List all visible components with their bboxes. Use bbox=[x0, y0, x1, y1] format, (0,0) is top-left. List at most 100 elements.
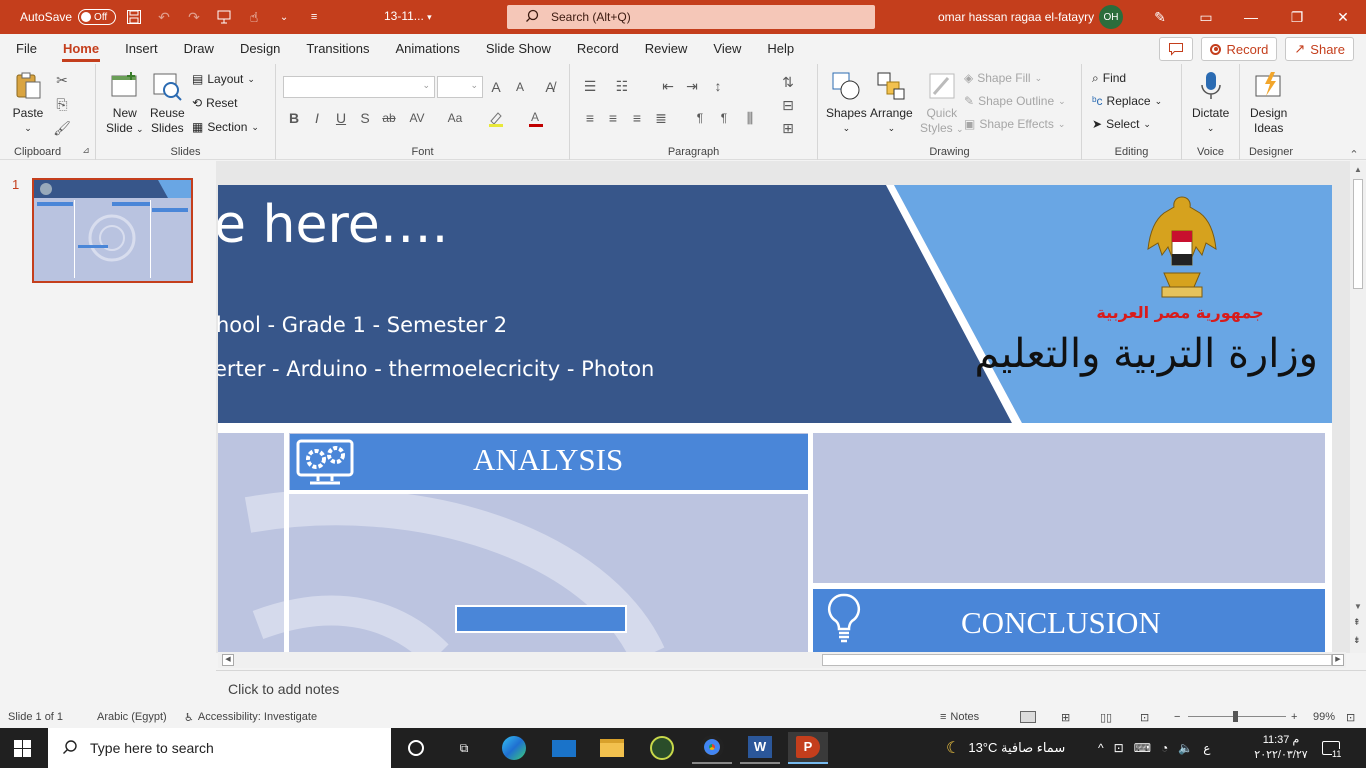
slide-title[interactable]: e here…. bbox=[218, 195, 448, 255]
language-indicator[interactable]: Arabic (Egypt) bbox=[97, 711, 167, 723]
conclusion-header[interactable]: CONCLUSION bbox=[813, 589, 1325, 653]
undo-icon[interactable]: ↶ bbox=[152, 5, 176, 29]
shadow-icon[interactable]: S bbox=[355, 108, 375, 128]
character-spacing-icon[interactable]: AV bbox=[404, 108, 430, 128]
notifications-icon[interactable]: 11 bbox=[1322, 728, 1342, 768]
ltr-icon[interactable]: ¶ bbox=[690, 108, 710, 128]
tab-record[interactable]: Record bbox=[564, 34, 632, 64]
increase-font-icon[interactable]: A bbox=[486, 77, 506, 97]
word-icon[interactable]: W bbox=[740, 732, 780, 764]
columns-icon[interactable]: ⫼ bbox=[740, 108, 760, 128]
autosave-toggle[interactable]: Off bbox=[78, 9, 117, 25]
taskbar-search[interactable]: Type here to search bbox=[48, 728, 391, 768]
tab-review[interactable]: Review bbox=[632, 34, 701, 64]
app-icon[interactable] bbox=[642, 732, 682, 764]
accessibility-button[interactable]: ♿ Accessibility: Investigate bbox=[184, 711, 317, 724]
shape-fill-button[interactable]: ◈ Shape Fill ⌄ bbox=[964, 68, 1042, 88]
zoom-slider-thumb[interactable] bbox=[1233, 711, 1238, 722]
tab-slide-show[interactable]: Slide Show bbox=[473, 34, 564, 64]
ribbon-display-icon[interactable]: ▭ bbox=[1183, 0, 1229, 34]
slide-thumbnail[interactable] bbox=[32, 178, 193, 283]
tab-design[interactable]: Design bbox=[227, 34, 293, 64]
justify-icon[interactable]: ≣ bbox=[651, 108, 671, 128]
chevron-up-icon[interactable]: ^ bbox=[1098, 741, 1104, 755]
arabic-ministry-name[interactable]: وزارة التربية والتعليم bbox=[975, 331, 1318, 377]
tab-home[interactable]: Home bbox=[50, 34, 112, 64]
chrome-icon[interactable] bbox=[692, 732, 732, 764]
section-button[interactable]: ▦ Section ⌄ bbox=[192, 117, 259, 137]
tab-transitions[interactable]: Transitions bbox=[293, 34, 382, 64]
align-right-icon[interactable]: ≡ bbox=[627, 108, 647, 128]
ime-icon[interactable]: ⌨ bbox=[1134, 741, 1151, 755]
pen-icon[interactable]: ✎ bbox=[1137, 0, 1183, 34]
weather-widget[interactable]: ☾ 13°C سماء صافية bbox=[946, 728, 1065, 768]
rtl-icon[interactable]: ¶ bbox=[714, 108, 734, 128]
highlight-icon[interactable] bbox=[486, 108, 506, 128]
powerpoint-icon[interactable]: P bbox=[788, 732, 828, 764]
layout-button[interactable]: ▤ Layout ⌄ bbox=[192, 69, 255, 89]
slide-subtitle-1[interactable]: hool - Grade 1 - Semester 2 bbox=[218, 313, 507, 337]
text-direction-icon[interactable]: ⇅ bbox=[778, 72, 798, 92]
replace-button[interactable]: ᵇc Replace ⌄ bbox=[1092, 91, 1162, 111]
present-icon[interactable] bbox=[212, 5, 236, 29]
redo-icon[interactable]: ↷ bbox=[182, 5, 206, 29]
cortana-icon[interactable] bbox=[396, 732, 436, 764]
find-button[interactable]: ⌕ Find bbox=[1092, 68, 1126, 88]
reading-view-icon[interactable]: ▯▯ bbox=[1100, 711, 1112, 724]
dropdown-icon[interactable]: ⌄ bbox=[272, 5, 296, 29]
decrease-indent-icon[interactable]: ⇤ bbox=[658, 76, 678, 96]
fit-to-window-icon[interactable]: ⊡ bbox=[1346, 711, 1355, 724]
font-name-select[interactable]: ⌄ bbox=[283, 76, 435, 98]
share-button[interactable]: ↗ Share bbox=[1285, 37, 1354, 61]
quick-styles-button[interactable]: Quick Styles ⌄ bbox=[920, 70, 964, 137]
horizontal-scrollbar[interactable]: ◀ ▶ bbox=[218, 652, 1346, 668]
arabic-country-name[interactable]: جمهورية مصر العربية bbox=[1090, 303, 1270, 322]
avatar[interactable]: OH bbox=[1099, 5, 1123, 29]
tab-animations[interactable]: Animations bbox=[383, 34, 473, 64]
tab-file[interactable]: File bbox=[3, 34, 50, 64]
slide[interactable]: e here…. hool - Grade 1 - Semester 2 ert… bbox=[218, 185, 1332, 653]
clock[interactable]: 11:37 م ٢٠٢٢/٠٣/٢٧ bbox=[1248, 728, 1314, 768]
font-size-select[interactable]: ⌄ bbox=[437, 76, 483, 98]
scroll-thumb[interactable] bbox=[1353, 179, 1363, 289]
tab-insert[interactable]: Insert bbox=[112, 34, 171, 64]
numbering-icon[interactable]: ☷ bbox=[612, 76, 632, 96]
input-language[interactable]: ع bbox=[1203, 741, 1210, 755]
align-text-icon[interactable]: ⊟ bbox=[778, 95, 798, 115]
record-button[interactable]: Record bbox=[1201, 37, 1278, 61]
task-view-icon[interactable]: ⧉ bbox=[444, 732, 484, 764]
slide-subtitle-2[interactable]: erter - Arduino - thermoelecricity - Pho… bbox=[218, 357, 654, 381]
touch-mode-icon[interactable]: ☝ bbox=[242, 5, 266, 29]
slideshow-icon[interactable]: ⊡ bbox=[1140, 711, 1149, 724]
user-name[interactable]: omar hassan ragaa el-fatayry bbox=[938, 10, 1094, 24]
scroll-left-icon[interactable]: ◀ bbox=[222, 654, 234, 666]
bullets-icon[interactable]: ☰ bbox=[580, 76, 600, 96]
shape-effects-button[interactable]: ▣ Shape Effects ⌄ bbox=[964, 114, 1065, 134]
minimize-icon[interactable]: — bbox=[1228, 0, 1274, 34]
shapes-button[interactable]: Shapes ⌄ bbox=[826, 70, 867, 136]
cut-icon[interactable]: ✂ bbox=[52, 70, 72, 90]
format-painter-icon[interactable]: 🖌 bbox=[52, 118, 72, 138]
new-slide-button[interactable]: New Slide ⌄ bbox=[106, 70, 144, 137]
select-button[interactable]: ➤ Select ⌄ bbox=[1092, 114, 1151, 134]
tab-view[interactable]: View bbox=[700, 34, 754, 64]
mail-icon[interactable] bbox=[544, 732, 584, 764]
dialog-launcher-icon[interactable]: ⊿ bbox=[80, 144, 92, 156]
dictate-button[interactable]: Dictate ⌄ bbox=[1192, 70, 1229, 136]
tab-help[interactable]: Help bbox=[754, 34, 807, 64]
zoom-out-icon[interactable]: − bbox=[1174, 711, 1180, 723]
notes-pane[interactable]: Click to add notes bbox=[216, 670, 1366, 706]
align-left-icon[interactable]: ≡ bbox=[580, 108, 600, 128]
volume-icon[interactable]: 🔈 bbox=[1178, 741, 1193, 755]
italic-icon[interactable]: I bbox=[307, 108, 327, 128]
windows-start-icon[interactable] bbox=[14, 740, 31, 760]
shape-outline-button[interactable]: ✎ Shape Outline ⌄ bbox=[964, 91, 1066, 111]
comments-button[interactable] bbox=[1159, 37, 1194, 61]
next-slide-icon[interactable]: ⇟ bbox=[1353, 635, 1361, 646]
zoom-in-icon[interactable]: + bbox=[1291, 711, 1297, 723]
design-ideas-button[interactable]: Design Ideas bbox=[1250, 70, 1287, 136]
scroll-down-icon[interactable]: ▼ bbox=[1354, 602, 1362, 611]
wifi-icon[interactable]: ◔ bbox=[1161, 741, 1168, 755]
close-icon[interactable]: ✕ bbox=[1320, 0, 1366, 34]
edge-icon[interactable] bbox=[494, 732, 534, 764]
